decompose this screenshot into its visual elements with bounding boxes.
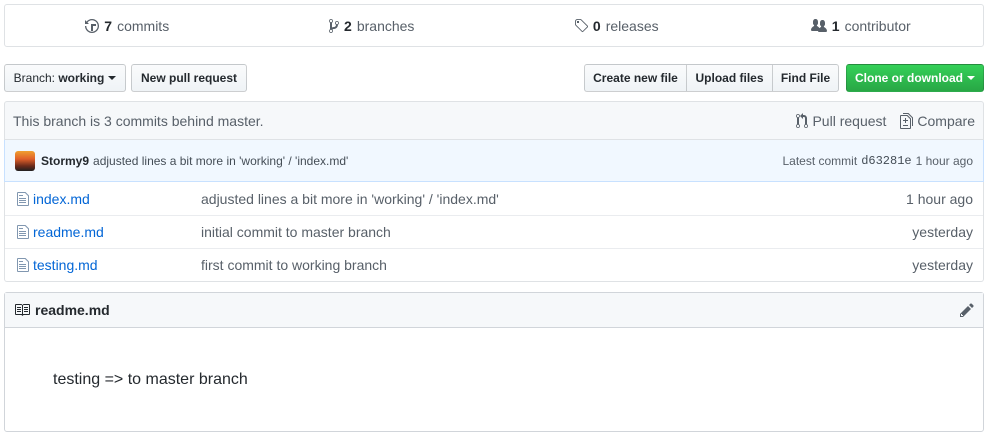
contributors-link[interactable]: 1 contributor <box>739 5 984 46</box>
branches-label: branches <box>356 17 415 34</box>
file-age: yesterday <box>912 257 973 273</box>
pull-request-link[interactable]: Pull request <box>796 112 887 129</box>
caret-down-icon <box>967 76 975 80</box>
branches-count: 2 <box>344 17 352 34</box>
upload-files-button[interactable]: Upload files <box>686 64 773 92</box>
tag-icon <box>574 18 588 32</box>
find-file-button[interactable]: Find File <box>772 64 839 92</box>
readme-title: readme.md <box>35 302 110 318</box>
create-new-file-button[interactable]: Create new file <box>584 64 687 92</box>
people-icon <box>810 18 827 32</box>
latest-commit-label: Latest commit <box>782 153 858 168</box>
branch-prefix: Branch: <box>13 71 55 85</box>
commit-message[interactable]: adjusted lines a bit more in 'working' /… <box>93 154 348 168</box>
file-table: index.md adjusted lines a bit more in 'w… <box>4 182 984 282</box>
clone-label: Clone or download <box>855 71 963 85</box>
caret-down-icon <box>108 76 117 80</box>
book-icon <box>15 304 30 316</box>
table-row: readme.md initial commit to master branc… <box>5 215 983 248</box>
file-name-link[interactable]: testing.md <box>33 257 201 273</box>
readme-box: readme.md testing => to master branch <box>4 292 984 432</box>
history-icon <box>85 18 100 33</box>
file-icon <box>17 258 29 272</box>
readme-header: readme.md <box>5 293 983 328</box>
file-name-link[interactable]: readme.md <box>33 224 201 240</box>
branch-name: working <box>58 71 105 85</box>
compare-label: Compare <box>917 112 975 129</box>
commit-tease: Stormy9 adjusted lines a bit more in 'wo… <box>4 140 984 182</box>
edit-readme-button[interactable] <box>960 302 974 318</box>
commit-sha[interactable]: d63281e <box>861 154 911 168</box>
file-commit-message[interactable]: initial commit to master branch <box>201 224 853 240</box>
pull-request-label: Pull request <box>812 112 887 129</box>
file-name-link[interactable]: index.md <box>33 191 201 207</box>
table-row: index.md adjusted lines a bit more in 'w… <box>5 182 983 215</box>
file-commit-message[interactable]: adjusted lines a bit more in 'working' /… <box>201 191 853 207</box>
branch-status-text: This branch is 3 commits behind master. <box>13 112 264 129</box>
file-age: yesterday <box>912 224 973 240</box>
branch-infobar: This branch is 3 commits behind master. … <box>4 101 984 140</box>
releases-count: 0 <box>592 17 601 34</box>
commits-link[interactable]: 7 commits <box>5 5 250 46</box>
pull-request-icon <box>796 112 809 128</box>
releases-link[interactable]: 0 releases <box>494 5 739 46</box>
pencil-icon <box>960 303 974 317</box>
contributors-label: contributor <box>844 17 911 34</box>
commit-author[interactable]: Stormy9 <box>41 154 89 168</box>
releases-label: releases <box>605 17 659 34</box>
numbers-summary: 7 commits 2 branches 0 releases 1 contri… <box>4 4 984 47</box>
branch-select-button[interactable]: Branch: working <box>4 64 126 92</box>
diff-icon <box>900 112 914 129</box>
file-commit-message[interactable]: first commit to working branch <box>201 257 853 273</box>
file-age: 1 hour ago <box>906 190 973 207</box>
branch-icon <box>329 18 340 33</box>
contributors-count: 1 <box>831 17 840 34</box>
commits-count: 7 <box>104 17 113 34</box>
compare-link[interactable]: Compare <box>900 112 975 129</box>
readme-content: testing => to master branch <box>53 371 248 388</box>
commits-label: commits <box>117 17 170 34</box>
branches-link[interactable]: 2 branches <box>250 5 495 46</box>
file-icon <box>17 225 29 239</box>
commit-age: 1 hour ago <box>915 153 973 168</box>
clone-or-download-button[interactable]: Clone or download <box>846 64 984 92</box>
avatar[interactable] <box>15 150 35 171</box>
file-icon <box>17 191 29 206</box>
new-pull-request-button[interactable]: New pull request <box>131 64 247 92</box>
table-row: testing.md first commit to working branc… <box>5 248 983 281</box>
